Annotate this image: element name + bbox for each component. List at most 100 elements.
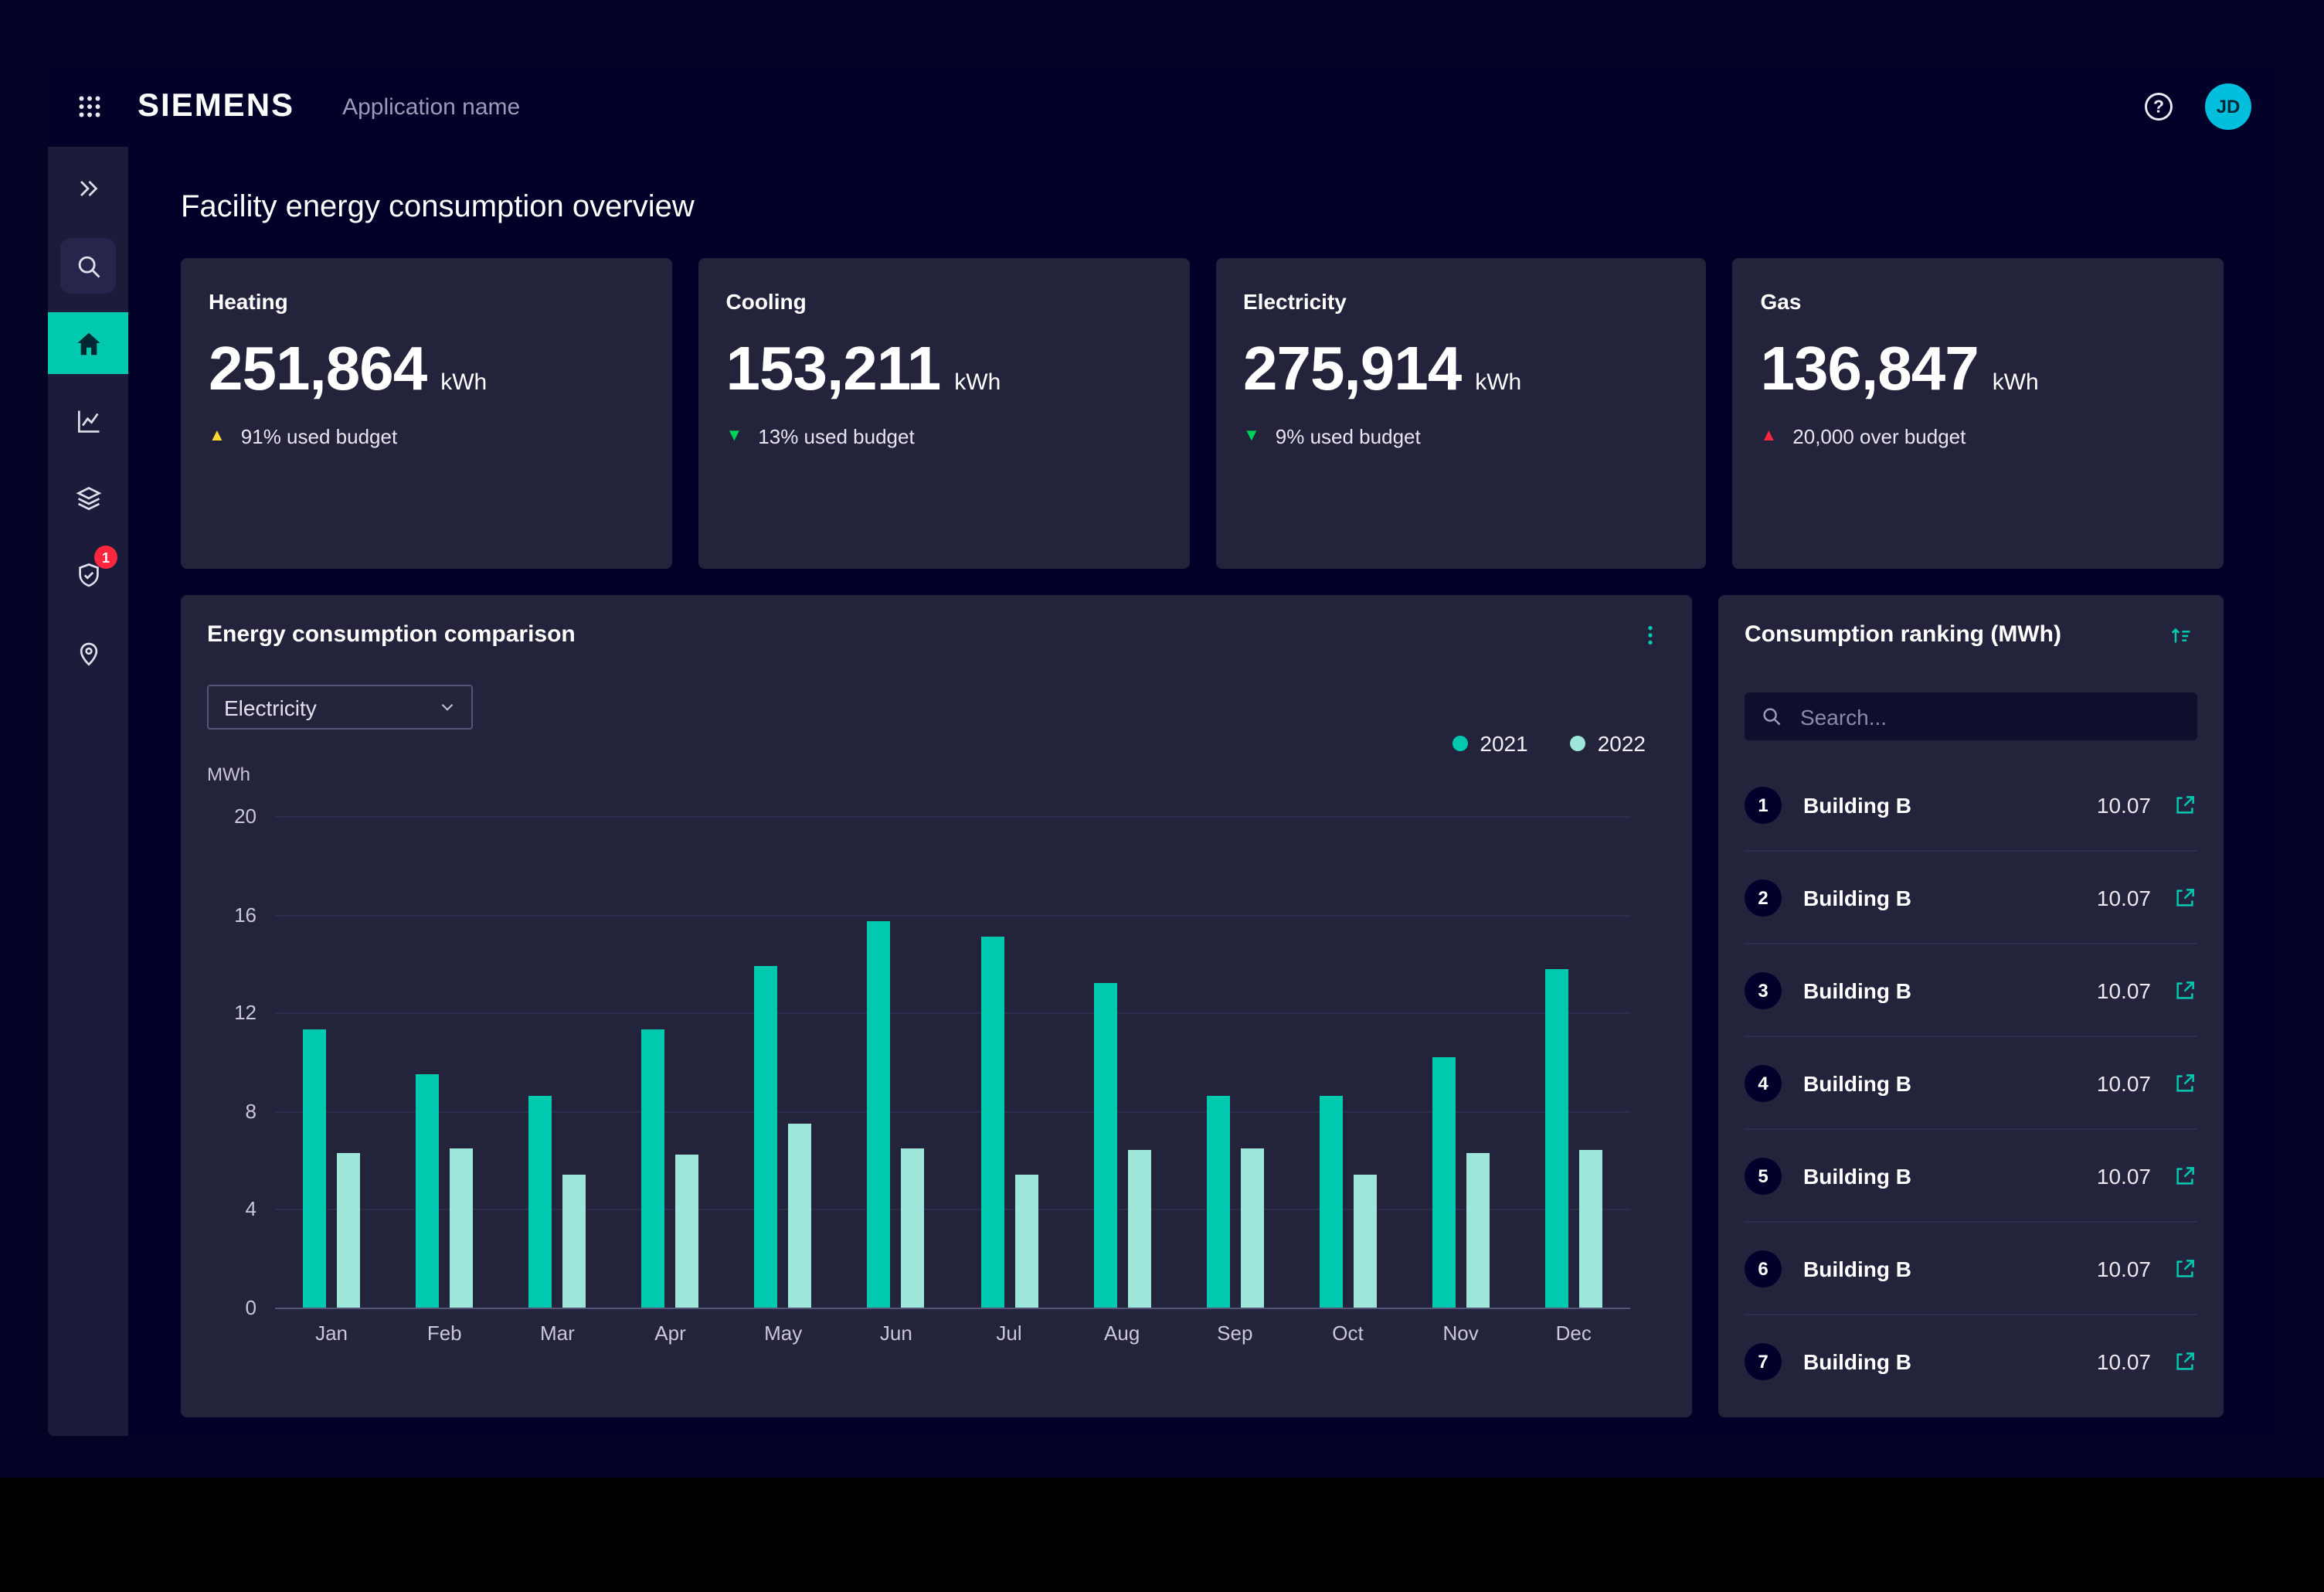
bar-2022-feb[interactable]: [450, 1148, 473, 1308]
app-launcher-icon[interactable]: [76, 93, 104, 121]
window-body: 1 Facility energy consumption overview: [48, 147, 2276, 1436]
y-axis-unit-label: MWh: [207, 764, 1666, 785]
bar-2022-may[interactable]: [789, 1124, 812, 1308]
kpi-status: 13% used budget: [726, 425, 1162, 448]
chart-options-button[interactable]: [1635, 620, 1666, 651]
gridline: [275, 1308, 1630, 1309]
kpi-unit: kWh: [1993, 369, 2039, 396]
kpi-label: Electricity: [1243, 289, 1679, 314]
bar-2021-mar[interactable]: [528, 1097, 552, 1308]
bar-2022-jun[interactable]: [902, 1148, 925, 1308]
external-link-icon[interactable]: [2173, 885, 2197, 910]
kpi-label: Heating: [209, 289, 644, 314]
bar-2022-oct[interactable]: [1353, 1175, 1376, 1308]
bar-2021-may[interactable]: [755, 966, 778, 1308]
rank-number-badge: 6: [1745, 1250, 1782, 1287]
chart-title: Energy consumption comparison: [207, 620, 576, 651]
sidebar-item-layers[interactable]: [48, 459, 128, 536]
x-axis-label: Apr: [654, 1322, 685, 1345]
bar-2022-jan[interactable]: [337, 1153, 360, 1308]
kpi-status: 20,000 over budget: [1761, 425, 2197, 448]
bar-group-aug: Aug: [1065, 816, 1178, 1308]
external-link-icon[interactable]: [2173, 1256, 2197, 1281]
rank-number-badge: 1: [1745, 786, 1782, 823]
home-icon: [48, 312, 128, 374]
bar-2022-aug[interactable]: [1127, 1151, 1150, 1308]
external-link-icon[interactable]: [2173, 1163, 2197, 1188]
bar-group-nov: Nov: [1405, 816, 1517, 1308]
external-link-icon[interactable]: [2173, 1349, 2197, 1374]
chevrons-right-icon: [48, 158, 128, 219]
ranking-row: 7Building B10.07: [1745, 1315, 2197, 1408]
user-avatar[interactable]: JD: [2205, 83, 2251, 130]
bar-2022-mar[interactable]: [562, 1175, 586, 1308]
chart-card-header: Energy consumption comparison: [207, 620, 1666, 651]
kpi-value: 136,847: [1761, 337, 1979, 402]
kpi-value: 153,211: [726, 337, 941, 402]
kpi-value-row: 153,211 kWh: [726, 337, 1162, 402]
legend-dot: [1570, 736, 1585, 751]
external-link-icon[interactable]: [2173, 792, 2197, 817]
ranking-list: 1Building B10.072Building B10.073Buildin…: [1745, 759, 2197, 1408]
bar-2021-dec[interactable]: [1545, 968, 1568, 1308]
bar-2021-oct[interactable]: [1319, 1097, 1342, 1308]
kpi-status: 9% used budget: [1243, 425, 1679, 448]
bar-2021-jun[interactable]: [868, 922, 891, 1308]
bar-2021-nov[interactable]: [1432, 1057, 1456, 1308]
x-axis-label: Aug: [1104, 1322, 1140, 1345]
bar-2022-dec[interactable]: [1579, 1151, 1602, 1308]
energy-type-select[interactable]: Electricity: [207, 685, 473, 730]
bar-2021-jul[interactable]: [980, 937, 1004, 1308]
kpi-unit: kWh: [1475, 369, 1521, 396]
help-icon[interactable]: ?: [2142, 90, 2176, 124]
bar-2022-apr[interactable]: [676, 1155, 699, 1308]
bar-2021-jan[interactable]: [303, 1030, 326, 1308]
bar-group-mar: Mar: [501, 816, 613, 1308]
sidebar-expand-button[interactable]: [48, 150, 128, 227]
bar-2021-feb[interactable]: [416, 1074, 439, 1308]
search-icon: [60, 238, 116, 294]
bar-2022-jul[interactable]: [1014, 1175, 1038, 1308]
bar-2022-sep[interactable]: [1240, 1148, 1263, 1308]
legend-item-2022[interactable]: 2022: [1570, 731, 1646, 756]
kpi-value: 275,914: [1243, 337, 1461, 402]
sidebar-item-compliance[interactable]: 1: [48, 536, 128, 614]
consumption-value: 10.07: [2097, 1349, 2151, 1374]
consumption-value: 10.07: [2097, 1163, 2151, 1188]
sidebar-item-locations[interactable]: [48, 614, 128, 691]
notification-badge: 1: [94, 546, 117, 569]
bar-group-oct: Oct: [1291, 816, 1404, 1308]
rank-number-badge: 4: [1745, 1064, 1782, 1101]
legend-label: 2021: [1480, 731, 1527, 756]
ranking-search-input[interactable]: [1745, 692, 2197, 740]
rank-number-badge: 2: [1745, 879, 1782, 916]
kpi-status-text: 20,000 over budget: [1792, 425, 1966, 448]
x-axis-label: May: [764, 1322, 802, 1345]
external-link-icon[interactable]: [2173, 1070, 2197, 1095]
kpi-label: Gas: [1761, 289, 2197, 314]
bar-2021-sep[interactable]: [1206, 1097, 1229, 1308]
building-name: Building B: [1803, 1256, 1911, 1281]
sidebar-item-home[interactable]: [48, 304, 128, 382]
legend-label: 2022: [1598, 731, 1646, 756]
sidebar-item-analytics[interactable]: [48, 382, 128, 459]
kpi-card-gas: Gas 136,847 kWh 20,000 over budget: [1733, 258, 2224, 569]
kpi-cards-row: Heating 251,864 kWh 91% used budget: [181, 258, 2224, 569]
legend-item-2021[interactable]: 2021: [1452, 731, 1527, 756]
page-title: Facility energy consumption overview: [181, 190, 2224, 226]
x-axis-label: Nov: [1443, 1322, 1479, 1345]
bar-2021-aug[interactable]: [1093, 983, 1116, 1308]
sidebar-item-search[interactable]: [48, 227, 128, 304]
main-content: Facility energy consumption overview Hea…: [128, 147, 2276, 1436]
bar-2022-nov[interactable]: [1466, 1153, 1490, 1308]
ranking-row: 4Building B10.07: [1745, 1037, 2197, 1130]
external-link-icon[interactable]: [2173, 978, 2197, 1002]
bar-group-feb: Feb: [388, 816, 501, 1308]
sort-button[interactable]: [2165, 620, 2197, 652]
rank-number-badge: 7: [1745, 1343, 1782, 1380]
ranking-row: 1Building B10.07: [1745, 759, 2197, 852]
bar-2021-apr[interactable]: [642, 1030, 665, 1308]
app-window: SIEMENS Application name ? JD: [48, 66, 2276, 1436]
kpi-card-electricity: Electricity 275,914 kWh 9% used budget: [1215, 258, 1707, 569]
x-axis-label: Feb: [427, 1322, 462, 1345]
